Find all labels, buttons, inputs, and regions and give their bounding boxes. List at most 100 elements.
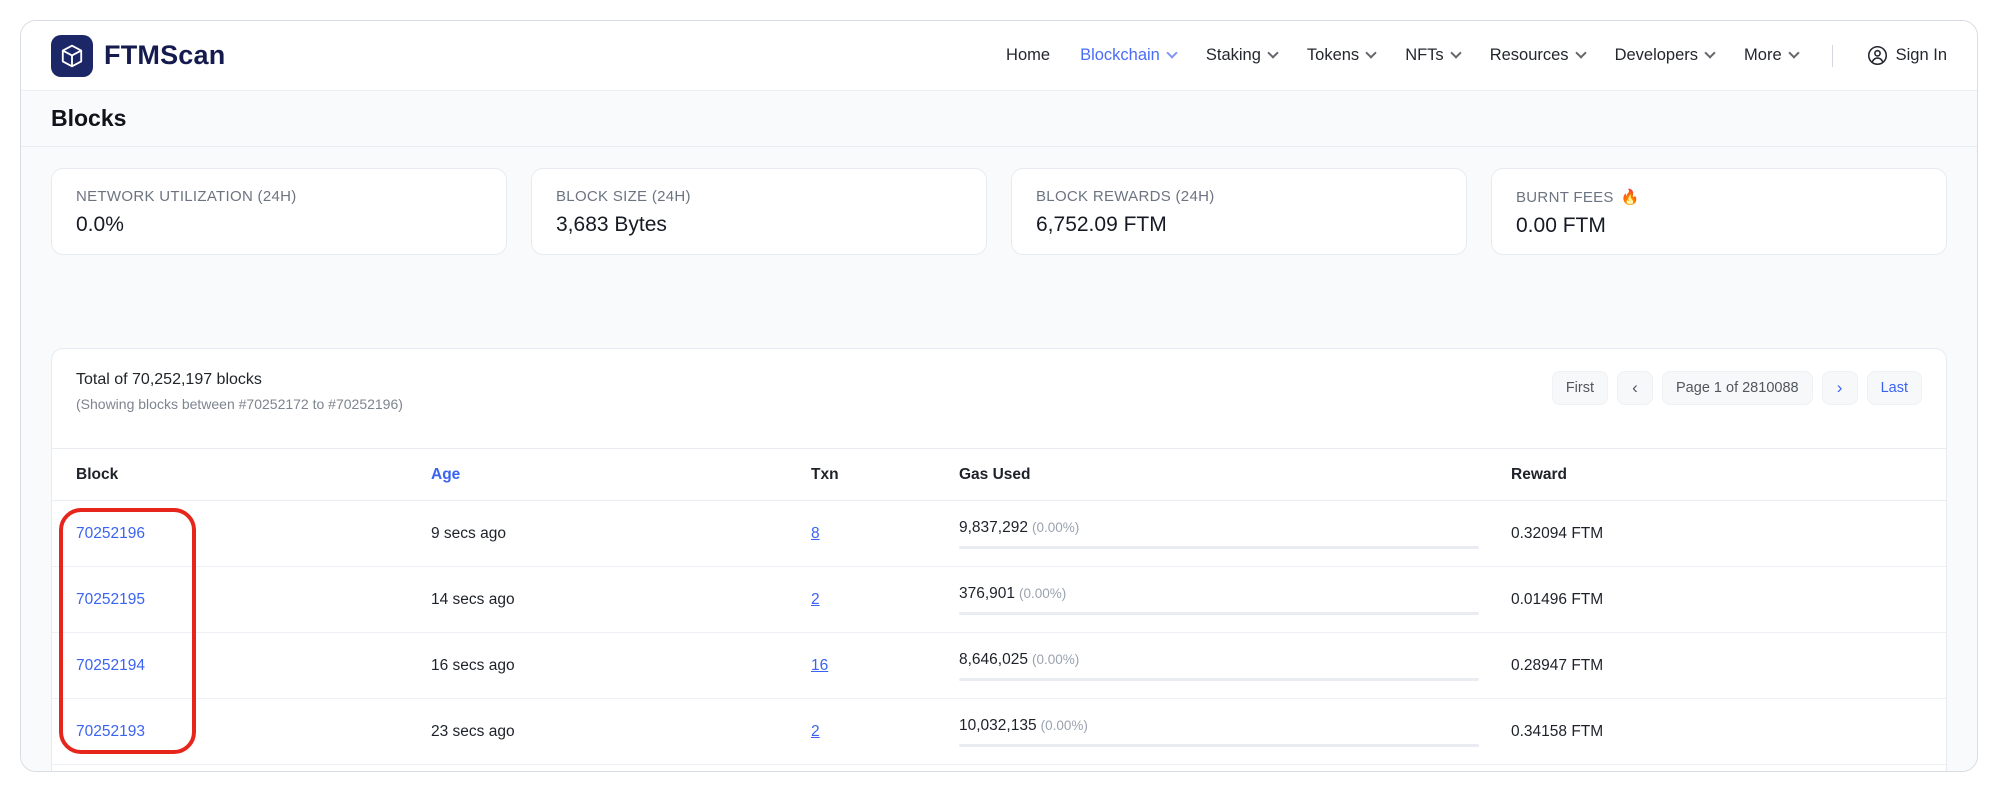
current-page-indicator: Page 1 of 2810088	[1662, 371, 1813, 405]
stat-label: BLOCK REWARDS (24H)	[1036, 188, 1442, 205]
block-number-link[interactable]: 70252194	[76, 657, 145, 674]
txn-count-link[interactable]: 8	[811, 525, 820, 542]
chevron-down-icon	[1704, 47, 1715, 58]
gas-used-percent: (0.00%)	[1041, 718, 1088, 733]
block-reward: 0.34158 FTM	[1511, 723, 1922, 741]
chevron-down-icon	[1575, 47, 1586, 58]
block-reward: 0.32094 FTM	[1511, 525, 1922, 543]
nav-label: Developers	[1615, 46, 1698, 65]
gas-used-progress-bar	[959, 744, 1479, 747]
cube-icon	[51, 35, 93, 77]
stat-card-burnt-fees: BURNT FEES 🔥 0.00 FTM	[1491, 168, 1947, 255]
gas-used-value: 8,646,025	[959, 651, 1028, 668]
nav-label: Tokens	[1307, 46, 1359, 65]
nav-label: Staking	[1206, 46, 1261, 65]
user-icon	[1867, 45, 1888, 66]
stat-value: 3,683 Bytes	[556, 213, 962, 237]
gas-used-cell: 8,646,025(0.00%)	[959, 651, 1511, 681]
gas-used-progress-bar	[959, 678, 1479, 681]
nav-label: NFTs	[1405, 46, 1444, 65]
nav-item-tokens[interactable]: Tokens	[1307, 46, 1375, 65]
column-header-txn: Txn	[811, 466, 959, 484]
first-page-button[interactable]: First	[1552, 371, 1608, 405]
chevron-down-icon	[1788, 47, 1799, 58]
brand-logo[interactable]: FTMScan	[51, 35, 225, 77]
gas-used-percent: (0.00%)	[1019, 586, 1066, 601]
nav-item-blockchain[interactable]: Blockchain	[1080, 46, 1176, 65]
nav-label: More	[1744, 46, 1782, 65]
column-header-age[interactable]: Age	[431, 466, 811, 484]
blocks-table-card: Total of 70,252,197 blocks (Showing bloc…	[51, 348, 1947, 772]
last-page-button[interactable]: Last	[1867, 371, 1922, 405]
stat-value: 6,752.09 FTM	[1036, 213, 1442, 237]
stat-card-block-rewards: BLOCK REWARDS (24H) 6,752.09 FTM	[1011, 168, 1467, 255]
block-number-link[interactable]: 70252195	[76, 591, 145, 608]
txn-count-link[interactable]: 16	[811, 657, 828, 674]
column-header-block: Block	[76, 466, 431, 484]
stat-card-block-size: BLOCK SIZE (24H) 3,683 Bytes	[531, 168, 987, 255]
gas-used-cell: 376,901 (0.00%)	[959, 585, 1511, 615]
txn-count-link[interactable]: 2	[811, 591, 820, 608]
nav-label: Home	[1006, 46, 1050, 65]
page-content: Blocks NETWORK UTILIZATION (24H) 0.0% BL…	[21, 91, 1977, 772]
table-toolbar: Total of 70,252,197 blocks (Showing bloc…	[52, 349, 1946, 448]
gas-used-progress-bar	[959, 546, 1479, 549]
page-title: Blocks	[51, 105, 1947, 132]
page-header: Blocks	[21, 91, 1977, 147]
block-reward: 0.01496 FTM	[1511, 591, 1922, 609]
stat-label-text: BURNT FEES	[1516, 189, 1614, 206]
gas-used-cell: 9,837,292 (0.00%)	[959, 519, 1511, 549]
next-page-button[interactable]: ›	[1822, 371, 1858, 405]
gas-used-percent: (0.00%)	[1032, 520, 1079, 535]
block-age: 16 secs ago	[431, 657, 811, 675]
gas-used-value: 376,901	[959, 585, 1015, 602]
block-number-link[interactable]: 70252196	[76, 525, 145, 542]
block-age: 9 secs ago	[431, 525, 811, 543]
nav-item-developers[interactable]: Developers	[1615, 46, 1714, 65]
brand-name: FTMScan	[104, 40, 225, 71]
top-navbar: FTMScan Home Blockchain Staking Tokens N…	[21, 21, 1977, 91]
gas-used-cell: 10,032,135 (0.00%)	[959, 717, 1511, 747]
stat-label: NETWORK UTILIZATION (24H)	[76, 188, 482, 205]
table-header-row: Block Age Txn Gas Used Reward	[52, 448, 1946, 501]
column-header-gas-used: Gas Used	[959, 466, 1511, 484]
main-nav: Home Blockchain Staking Tokens NFTs Reso…	[1006, 45, 1947, 67]
prev-page-button[interactable]: ‹	[1617, 371, 1653, 405]
block-age: 14 secs ago	[431, 591, 811, 609]
chevron-down-icon	[1450, 47, 1461, 58]
stat-label: BLOCK SIZE (24H)	[556, 188, 962, 205]
block-age: 23 secs ago	[431, 723, 811, 741]
pagination: First ‹ Page 1 of 2810088 › Last	[1552, 371, 1922, 405]
total-blocks-text: Total of 70,252,197 blocks	[76, 371, 403, 389]
flame-icon: 🔥	[1621, 188, 1640, 206]
block-reward: 0.28947 FTM	[1511, 657, 1922, 675]
block-number-link[interactable]: 70252193	[76, 723, 145, 740]
stat-label: BURNT FEES 🔥	[1516, 188, 1922, 206]
chevron-down-icon	[1366, 47, 1377, 58]
nav-divider	[1832, 45, 1833, 67]
nav-label: Blockchain	[1080, 46, 1160, 65]
gas-used-value: 10,032,135	[959, 717, 1037, 734]
nav-item-resources[interactable]: Resources	[1490, 46, 1585, 65]
table-summary: Total of 70,252,197 blocks (Showing bloc…	[76, 371, 403, 412]
table-row: 70252194 16 secs ago 16 8,646,025(0.00%)…	[52, 633, 1946, 699]
chevron-down-icon	[1166, 47, 1177, 58]
chevron-down-icon	[1267, 47, 1278, 58]
gas-used-progress-bar	[959, 612, 1479, 615]
table-row: 70252195 14 secs ago 2 376,901 (0.00%) 0.…	[52, 567, 1946, 633]
app-window: FTMScan Home Blockchain Staking Tokens N…	[20, 20, 1978, 772]
sign-in-button[interactable]: Sign In	[1867, 45, 1947, 66]
table-row: 70252196 9 secs ago 8 9,837,292 (0.00%) 0…	[52, 501, 1946, 567]
table-row: 70252193 23 secs ago 2 10,032,135 (0.00%)…	[52, 699, 1946, 765]
stat-value: 0.00 FTM	[1516, 214, 1922, 238]
showing-range-text: (Showing blocks between #70252172 to #70…	[76, 396, 403, 412]
nav-item-more[interactable]: More	[1744, 46, 1798, 65]
nav-label: Resources	[1490, 46, 1569, 65]
gas-used-value: 9,837,292	[959, 519, 1028, 536]
stat-card-network-utilization: NETWORK UTILIZATION (24H) 0.0%	[51, 168, 507, 255]
stat-value: 0.0%	[76, 213, 482, 237]
nav-item-staking[interactable]: Staking	[1206, 46, 1277, 65]
nav-item-nfts[interactable]: NFTs	[1405, 46, 1460, 65]
nav-item-home[interactable]: Home	[1006, 46, 1050, 65]
txn-count-link[interactable]: 2	[811, 723, 820, 740]
